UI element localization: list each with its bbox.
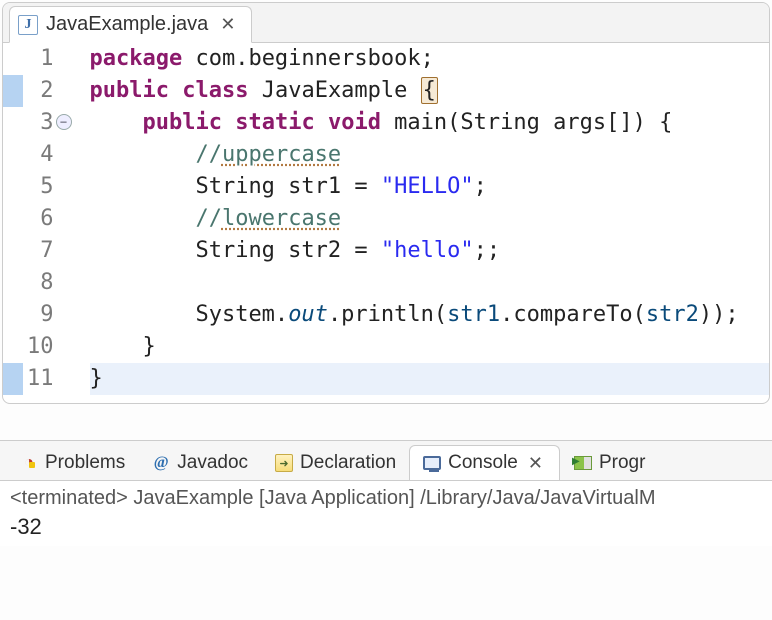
line-number: 4 (27, 139, 54, 171)
line-number: 5 (27, 171, 54, 203)
tab-javadoc[interactable]: @ Javadoc (138, 445, 261, 480)
line-number: 9 (27, 299, 54, 331)
tab-progress[interactable]: Progr (560, 445, 658, 480)
marker (3, 235, 23, 267)
line-number-gutter: 123−4567891011 (23, 43, 62, 395)
line-number: 3− (27, 107, 54, 139)
code-line[interactable] (90, 267, 770, 299)
editor-tab-javaexample[interactable]: J JavaExample.java ✕ (9, 6, 252, 43)
tab-label: Problems (45, 452, 125, 474)
close-icon[interactable]: ✕ (524, 453, 547, 474)
marker (3, 331, 23, 363)
code-line[interactable]: //lowercase (90, 203, 770, 235)
line-number: 2 (27, 75, 54, 107)
marker (3, 203, 23, 235)
console-status: <terminated> JavaExample [Java Applicati… (10, 487, 762, 510)
code-line[interactable]: public class JavaExample { (90, 75, 770, 107)
fold-column (62, 43, 84, 395)
code-body[interactable]: package com.beginnersbook;public class J… (84, 43, 770, 395)
marker (3, 363, 23, 395)
tab-console[interactable]: Console ✕ (409, 445, 560, 481)
marker (3, 75, 23, 107)
editor-tabbar: J JavaExample.java ✕ (3, 3, 769, 43)
bottom-tabbar: ◑ Problems @ Javadoc ➜ Declaration Conso… (0, 441, 772, 481)
tab-label: Declaration (300, 452, 396, 474)
declaration-icon: ➜ (274, 453, 294, 473)
marker (3, 139, 23, 171)
marker (3, 107, 23, 139)
line-number: 1 (27, 43, 54, 75)
tab-declaration[interactable]: ➜ Declaration (261, 445, 409, 480)
console-icon (422, 453, 442, 473)
line-number: 11 (27, 363, 54, 395)
code-area[interactable]: 123−4567891011 package com.beginnersbook… (3, 43, 769, 403)
code-line[interactable]: String str2 = "hello";; (90, 235, 770, 267)
marker-column (3, 43, 23, 395)
tab-label: Progr (599, 452, 645, 474)
console-body: <terminated> JavaExample [Java Applicati… (0, 481, 772, 546)
code-line[interactable]: String str1 = "HELLO"; (90, 171, 770, 203)
java-file-icon: J (18, 15, 38, 35)
fold-toggle-icon[interactable]: − (56, 114, 72, 130)
editor-tab-label: JavaExample.java (46, 13, 208, 36)
bottom-panel: ◑ Problems @ Javadoc ➜ Declaration Conso… (0, 440, 772, 546)
code-line[interactable]: public static void main(String args[]) { (90, 107, 770, 139)
code-line[interactable]: package com.beginnersbook; (90, 43, 770, 75)
tab-problems[interactable]: ◑ Problems (6, 445, 138, 480)
line-number: 10 (27, 331, 54, 363)
progress-icon (573, 453, 593, 473)
console-output: -32 (10, 514, 762, 540)
marker (3, 267, 23, 299)
line-number: 6 (27, 203, 54, 235)
marker (3, 171, 23, 203)
code-line[interactable]: } (90, 363, 770, 395)
editor-panel: J JavaExample.java ✕ 123−4567891011 pack… (2, 2, 770, 404)
line-number: 7 (27, 235, 54, 267)
line-number: 8 (27, 267, 54, 299)
marker (3, 299, 23, 331)
code-line[interactable]: } (90, 331, 770, 363)
problems-icon: ◑ (19, 453, 39, 473)
code-line[interactable]: //uppercase (90, 139, 770, 171)
marker (3, 43, 23, 75)
javadoc-icon: @ (151, 453, 171, 473)
code-line[interactable]: System.out.println(str1.compareTo(str2))… (90, 299, 770, 331)
close-icon[interactable]: ✕ (216, 14, 239, 35)
tab-label: Console (448, 452, 518, 474)
tab-label: Javadoc (177, 452, 248, 474)
